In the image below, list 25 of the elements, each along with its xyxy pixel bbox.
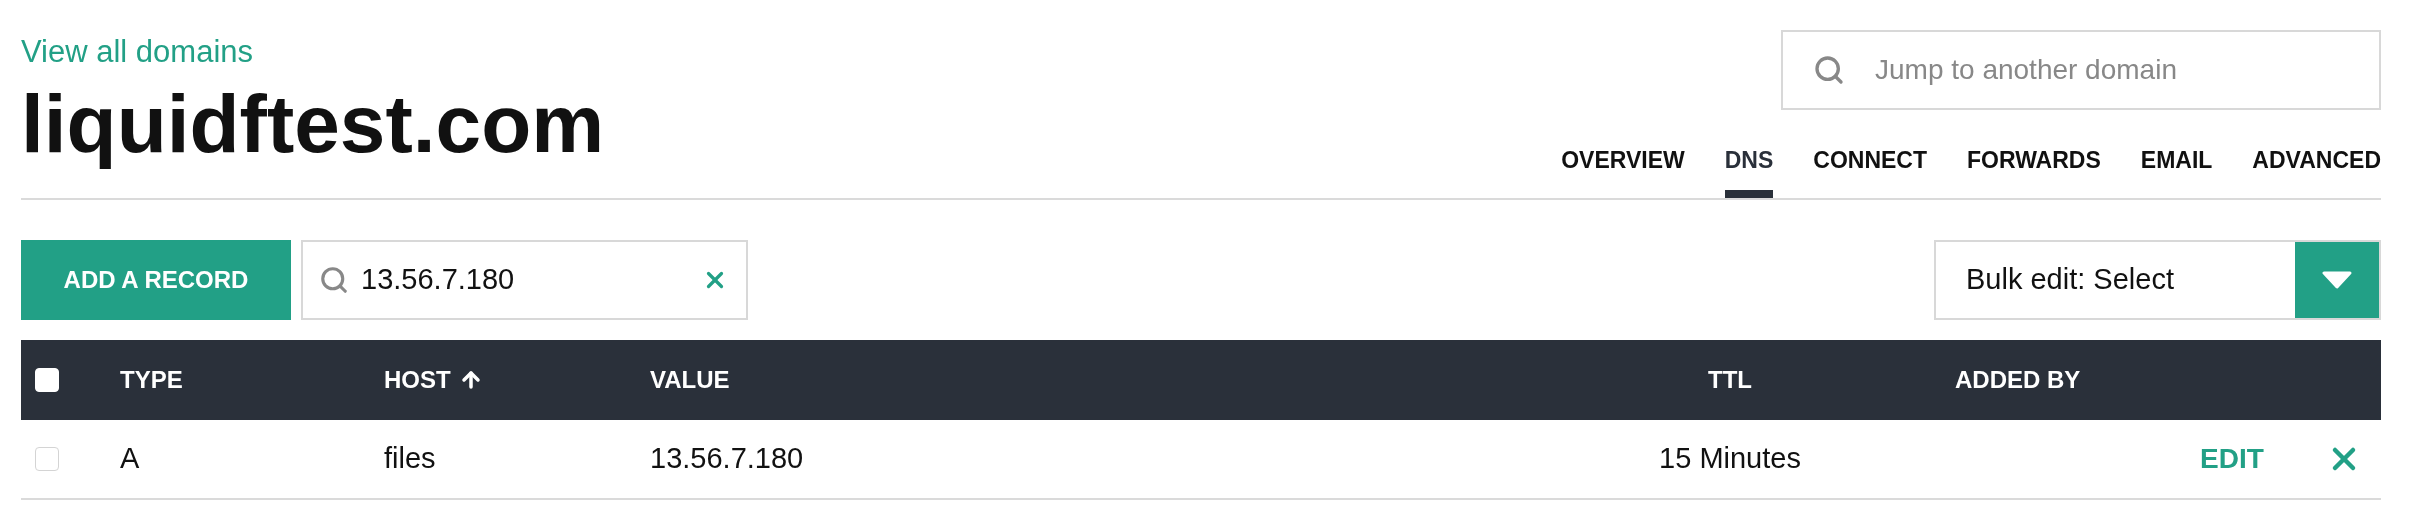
filter-input[interactable]: 13.56.7.180 bbox=[361, 258, 690, 302]
column-header[interactable]: VALUE bbox=[650, 362, 1640, 398]
checkbox[interactable] bbox=[35, 447, 59, 471]
column-header[interactable]: HOST bbox=[384, 362, 650, 398]
bulk-edit-select[interactable]: Bulk edit: Select bbox=[1934, 240, 2381, 320]
nav-tab[interactable]: EMAIL bbox=[2140, 136, 2213, 198]
nav-tab[interactable]: FORWARDS bbox=[1967, 136, 2101, 198]
search-input[interactable]: Jump to another domain bbox=[1875, 49, 2349, 91]
filter-field[interactable]: 13.56.7.180 bbox=[301, 240, 748, 320]
table-cell-text: 15 Minutes bbox=[1658, 441, 1802, 477]
domain-title: liquidftest.com bbox=[21, 77, 605, 171]
caret-icon bbox=[2322, 271, 2352, 289]
search-field[interactable]: Jump to another domain bbox=[1781, 30, 2381, 110]
search-icon bbox=[319, 265, 349, 295]
nav-tab[interactable]: OVERVIEW bbox=[1561, 136, 1685, 198]
column-header[interactable]: ADDED BY bbox=[1955, 362, 2180, 398]
table-cell-text: 13.56.7.180 bbox=[650, 441, 805, 477]
search-icon bbox=[1813, 54, 1845, 86]
column-header[interactable]: TYPE bbox=[120, 362, 384, 398]
nav-tab[interactable]: DNS bbox=[1724, 136, 1774, 198]
column-header[interactable]: TTL bbox=[1640, 362, 1820, 398]
nav-tab[interactable]: CONNECT bbox=[1813, 136, 1928, 198]
nav-tab[interactable]: ADVANCED bbox=[2252, 136, 2381, 198]
table-cell-text: files bbox=[384, 441, 437, 477]
table-cell-text: A bbox=[120, 441, 141, 477]
